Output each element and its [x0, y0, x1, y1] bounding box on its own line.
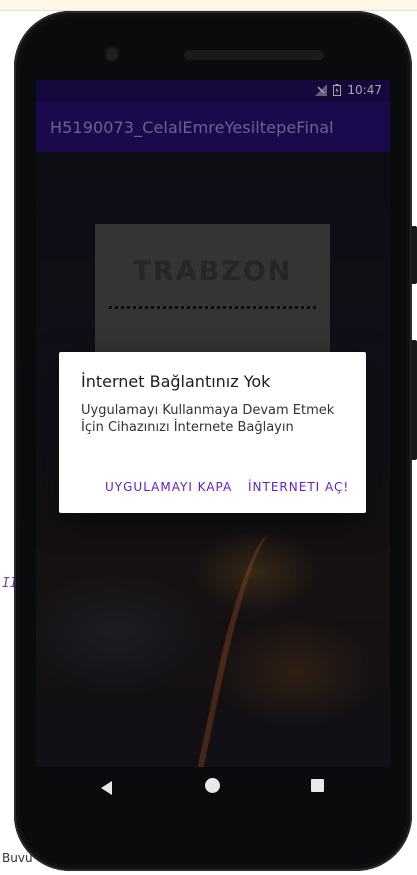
- volume-button[interactable]: [411, 340, 417, 460]
- dialog-message: Uygulamayı Kullanmaya Devam Etmek İçin C…: [81, 403, 335, 435]
- nav-home-icon[interactable]: [205, 778, 220, 793]
- open-internet-button[interactable]: İNTERNETI AÇ!: [248, 480, 349, 494]
- no-internet-dialog: İnternet Bağlantınız Yok Uygulamayı Kull…: [59, 352, 366, 513]
- ide-topbar: [0, 0, 417, 11]
- navigation-bar: [36, 768, 390, 804]
- nav-recent-icon[interactable]: [311, 779, 324, 792]
- dialog-title: İnternet Bağlantınız Yok: [81, 372, 271, 391]
- close-app-button[interactable]: UYGULAMAYI KAPA: [105, 480, 232, 494]
- front-camera: [106, 48, 118, 60]
- nav-back-icon[interactable]: [101, 781, 112, 795]
- earpiece-speaker: [184, 50, 324, 60]
- power-button[interactable]: [411, 226, 417, 284]
